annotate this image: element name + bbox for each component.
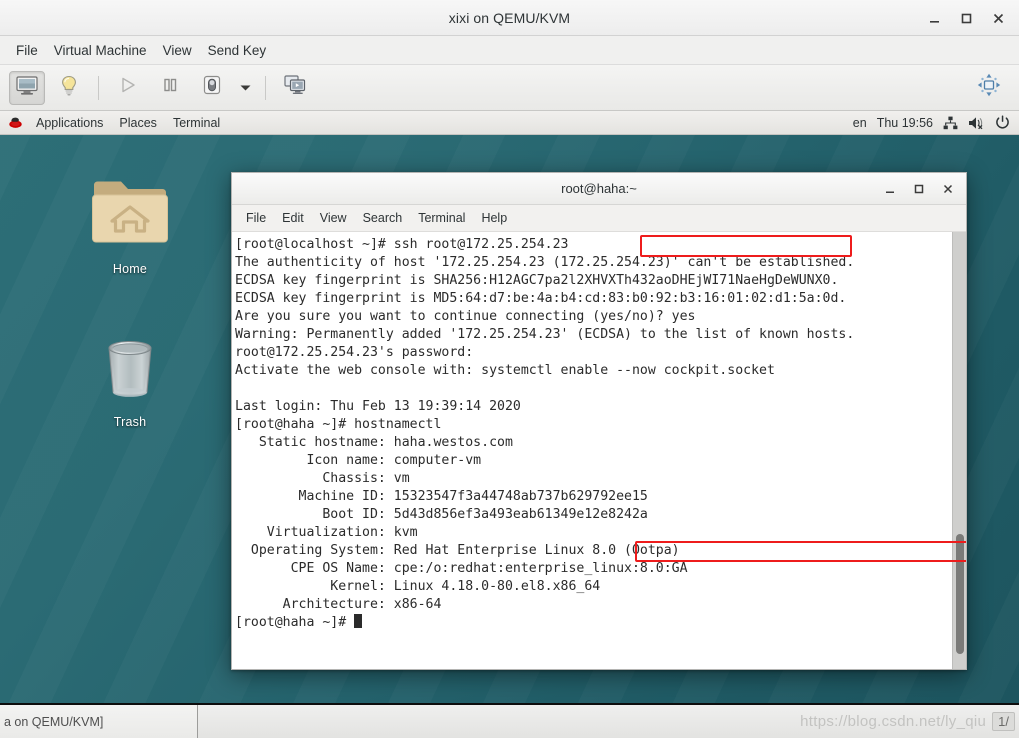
screenshot-root: xixi on QEMU/KVM File Virtual Machine Vi… (0, 0, 1019, 738)
terminal-menu-help[interactable]: Help (473, 208, 515, 228)
terminal-line: [root@haha ~]# hostnamectl (235, 417, 442, 432)
expand-arrows-icon (977, 73, 1001, 102)
terminal-line: Operating System: Red Hat Enterprise Lin… (235, 543, 680, 558)
terminal-line: Icon name: computer-vm (235, 453, 482, 468)
terminal-titlebar: root@haha:~ (232, 173, 966, 205)
pause-button[interactable] (152, 71, 188, 105)
pause-icon (161, 76, 179, 99)
monitor-icon (16, 75, 38, 100)
terminal-line: Warning: Permanently added '172.25.254.2… (235, 327, 855, 342)
terminal-window-controls (876, 173, 962, 205)
terminal-menu-terminal[interactable]: Terminal (410, 208, 473, 228)
maximize-icon[interactable] (905, 176, 933, 202)
terminal-line: Architecture: x86-64 (235, 597, 442, 612)
vm-window-title: xixi on QEMU/KVM (448, 9, 571, 26)
taskbar-item-vm[interactable]: a on QEMU/KVM] (0, 705, 198, 738)
terminal-output[interactable]: [root@localhost ~]# ssh root@172.25.254.… (232, 232, 952, 669)
terminal-menubar: File Edit View Search Terminal Help (232, 205, 966, 232)
terminal-title: root@haha:~ (561, 181, 637, 196)
terminal-line: The authenticity of host '172.25.254.23 … (235, 255, 855, 270)
trash-can-icon (84, 341, 176, 410)
power-icon[interactable] (995, 115, 1010, 130)
terminal-line: Machine ID: 15323547f3a44748ab737b629792… (235, 489, 648, 504)
terminal-menu-file[interactable]: File (238, 208, 274, 228)
minimize-icon[interactable] (919, 3, 949, 33)
terminal-line: CPE OS Name: cpe:/o:redhat:enterprise_li… (235, 561, 688, 576)
minimize-icon[interactable] (876, 176, 904, 202)
terminal-scrollbar-thumb[interactable] (956, 534, 964, 654)
keyboard-layout-indicator[interactable]: en (853, 116, 867, 130)
terminal-line: [root@haha ~]# (235, 614, 952, 632)
console-view-button[interactable] (9, 70, 45, 105)
block-cursor (354, 614, 363, 628)
terminal-line: Static hostname: haha.westos.com (235, 435, 513, 450)
terminal-body: [root@localhost ~]# ssh root@172.25.254.… (232, 232, 966, 669)
vm-menubar: File Virtual Machine View Send Key (0, 36, 1019, 65)
gnome-panel-right: en Thu 19:56 (853, 115, 1019, 130)
terminal-scrollbar[interactable] (952, 232, 966, 669)
terminal-menu-view[interactable]: View (312, 208, 355, 228)
terminal-menu-edit[interactable]: Edit (274, 208, 312, 228)
snapshots-button[interactable] (277, 71, 313, 105)
terminal-line: root@172.25.254.23's password: (235, 345, 474, 360)
fullscreen-button[interactable] (971, 71, 1007, 105)
desktop-icon-home-label: Home (112, 262, 148, 276)
screens-icon (284, 75, 306, 100)
terminal-line: Are you sure you want to continue connec… (235, 309, 696, 324)
gnome-panel-left: Applications Places Terminal (0, 114, 227, 132)
terminal-line: Last login: Thu Feb 13 19:39:14 2020 (235, 399, 521, 414)
menu-virtual-machine[interactable]: Virtual Machine (46, 40, 155, 61)
host-taskbar: a on QEMU/KVM] https://blog.csdn.net/ly_… (0, 703, 1019, 738)
terminal-line: ECDSA key fingerprint is SHA256:H12AGC7p… (235, 273, 839, 288)
desktop-icon-home[interactable]: Home (74, 173, 186, 276)
desktop-icon-trash-label: Trash (113, 415, 147, 429)
lightbulb-icon (59, 75, 79, 101)
menu-view[interactable]: View (155, 40, 200, 61)
chevron-down-icon[interactable] (233, 71, 257, 105)
terminal-window: root@haha:~ File Edit View Search Termin… (231, 172, 967, 670)
terminal-line: Virtualization: kvm (235, 525, 418, 540)
panel-item-terminal[interactable]: Terminal (166, 114, 227, 132)
terminal-menu-search[interactable]: Search (355, 208, 411, 228)
vm-window-controls (919, 0, 1013, 36)
terminal-line: ECDSA key fingerprint is MD5:64:d7:be:4a… (235, 291, 847, 306)
clock[interactable]: Thu 19:56 (877, 116, 933, 130)
vm-window-titlebar: xixi on QEMU/KVM (0, 0, 1019, 36)
watermark: https://blog.csdn.net/ly_qiu (800, 713, 987, 730)
power-switch-icon (202, 75, 222, 100)
panel-item-applications[interactable]: Applications (29, 114, 110, 132)
maximize-icon[interactable] (951, 3, 981, 33)
redhat-logo-icon (6, 115, 27, 130)
toolbar-separator-1 (98, 75, 99, 100)
close-icon[interactable] (934, 176, 962, 202)
panel-item-places[interactable]: Places (112, 114, 164, 132)
menu-file[interactable]: File (8, 40, 46, 61)
page-indicator: 1/ (992, 712, 1015, 731)
details-view-button[interactable] (51, 71, 87, 105)
toolbar-separator-2 (265, 75, 266, 100)
terminal-line: Kernel: Linux 4.18.0-80.el8.x86_64 (235, 579, 601, 594)
menu-send-key[interactable]: Send Key (200, 40, 275, 61)
gnome-top-panel: Applications Places Terminal en Thu 19:5… (0, 111, 1019, 135)
shutdown-button[interactable] (194, 71, 230, 105)
play-icon (119, 76, 137, 99)
network-icon[interactable] (943, 116, 958, 130)
terminal-line: [root@localhost ~]# ssh root@172.25.254.… (235, 237, 569, 252)
volume-muted-icon[interactable] (968, 116, 985, 130)
close-icon[interactable] (983, 3, 1013, 33)
terminal-line: Activate the web console with: systemctl… (235, 363, 775, 378)
home-folder-icon (84, 181, 176, 257)
guest-desktop: Applications Places Terminal en Thu 19:5… (0, 111, 1019, 703)
taskbar-empty-area: https://blog.csdn.net/ly_qiu 1/ (198, 705, 1019, 738)
desktop-icon-trash[interactable]: Trash (74, 326, 186, 429)
run-button[interactable] (110, 71, 146, 105)
terminal-line: Chassis: vm (235, 471, 410, 486)
terminal-line: Boot ID: 5d43d856ef3a493eab61349e12e8242… (235, 507, 648, 522)
vm-toolbar (0, 65, 1019, 111)
